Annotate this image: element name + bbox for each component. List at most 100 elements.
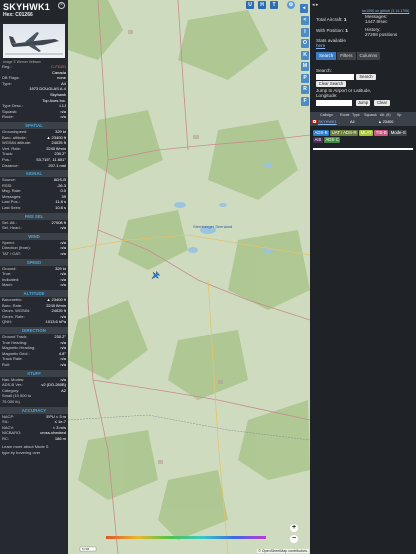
row-value: n/a (60, 225, 66, 231)
side-button-P[interactable]: P (301, 73, 309, 83)
settings-icon[interactable]: ⚙ (287, 1, 295, 9)
column-speed[interactable]: Sp (395, 112, 404, 119)
t-button[interactable]: T (270, 1, 278, 9)
section-header[interactable]: SPATIAL (0, 121, 68, 129)
source-tag: ADS-B (313, 130, 330, 136)
info-header: SKYHWK1 Hex: C01266 × (0, 0, 68, 22)
close-icon[interactable]: × (58, 2, 65, 9)
side-button-<[interactable]: < (301, 16, 309, 25)
section-header[interactable]: ACCURACY (0, 406, 68, 414)
row-label: Route: (2, 114, 14, 120)
info-row: QNH: 1013.6 hPa (0, 319, 68, 325)
row-label: Mach: (2, 282, 13, 288)
info-sections: SPATIAL Groundspeed: 329 kt Baro. altitude:… (0, 121, 68, 442)
version-link[interactable]: tar1090 on github (3.14.1706) (362, 9, 409, 13)
info-row: Roll: n/a (0, 362, 68, 368)
row-label: TAT / OAT: (2, 251, 21, 257)
row-value: n/a (60, 251, 66, 257)
side-button-I[interactable]: I (301, 27, 309, 37)
row-altitude: ▲ 23400 (378, 120, 394, 124)
row-label: QNH: (2, 319, 12, 325)
column-squawk[interactable]: Squawk (362, 112, 378, 119)
row-value: 1013.6 hPa (45, 319, 66, 325)
info-row: Sel. Head.: n/a (0, 225, 68, 231)
zoom-in-button[interactable]: + (290, 524, 298, 532)
attribution[interactable]: © OpenStreetMap contributors. (257, 549, 309, 553)
section-header[interactable]: ALTITUDE (0, 290, 68, 297)
search-label: Search: (316, 68, 332, 73)
side-button-M[interactable]: M (301, 62, 309, 71)
row-label: Roll: (2, 361, 11, 367)
source-tag: MLAT (359, 130, 374, 136)
row-value: A2 (61, 387, 66, 393)
footer-note-2: type by hovering over (2, 450, 41, 456)
table-row[interactable]: SKYHWK1 A4 ▲ 23400 (310, 119, 416, 126)
history-value: 27268 positions (365, 32, 398, 37)
callsign: SKYHWK1 (3, 2, 51, 12)
row-label: RC: (2, 435, 9, 441)
row-callsign[interactable]: SKYHWK1 (318, 119, 350, 126)
row-label: Last Seen: (2, 205, 22, 211)
jump-label: Jump to Airport or Latitude, Longitude: (316, 88, 372, 98)
jump-input[interactable] (316, 100, 352, 106)
map-canvas[interactable]: Sternberger Seenland 5 NM (68, 0, 310, 554)
map[interactable]: Sternberger Seenland 5 NM U H T ⚙ + − © … (68, 0, 310, 554)
section-header[interactable]: SPEED (0, 258, 68, 266)
info-row: Distance: 207.1 nmi (0, 163, 68, 169)
tab-filters[interactable]: Filters (337, 52, 356, 60)
source-tag: ADS-C (323, 137, 341, 143)
toggle-arrows[interactable]: ◂ ▸ (312, 2, 318, 8)
search-input[interactable] (316, 74, 354, 80)
section-header[interactable]: FMS SEL (0, 212, 68, 220)
row-type: A4 (350, 120, 355, 124)
clear-jump-button[interactable]: Clear (374, 100, 390, 106)
section-header[interactable]: SIGNAL (0, 170, 68, 178)
row-value: 207.1 nmi (48, 162, 66, 168)
column-type[interactable]: Type (350, 112, 362, 119)
row-value: 10.8 s (55, 205, 66, 211)
jump-button[interactable]: Jump (356, 100, 370, 106)
aircraft-photo[interactable] (3, 24, 65, 58)
row-value: n/a (60, 282, 66, 288)
source-tag: UAT / ADS-R (330, 130, 359, 136)
side-button-O[interactable]: O (301, 39, 309, 48)
info-row: Route: n/a (0, 114, 68, 120)
row-label: Sel. Head.: (2, 225, 22, 231)
place-label: Sternberger Seenland (193, 224, 232, 229)
section-header[interactable]: DIRECTION (0, 326, 68, 334)
aircraft-info-panel: SKYHWK1 Hex: C01266 × Image © Werner Vei… (0, 0, 68, 554)
scrollbar[interactable] (313, 148, 413, 150)
canada-flag-icon (310, 119, 318, 126)
altitude-legend (106, 536, 266, 539)
u-button[interactable]: U (246, 1, 254, 9)
section-header[interactable]: STUFF (0, 369, 68, 377)
row-value: 186 m (54, 435, 66, 441)
side-button-R[interactable]: R (301, 85, 309, 94)
collapse-left-icon[interactable]: ◂ (300, 4, 308, 13)
tab-search[interactable]: Search (316, 52, 337, 60)
source-tag: TIS-B (374, 130, 389, 136)
side-button-F[interactable]: F (301, 96, 309, 106)
zoom-out-button[interactable]: − (290, 535, 298, 543)
row-label: Reg.: (2, 64, 12, 69)
tab-columns[interactable]: Columns (356, 52, 381, 60)
column-callsign[interactable]: Callsign (318, 112, 338, 119)
aircraft-table-header: Callsign Route Type Squawk Alt. (ft) Sp (310, 112, 416, 119)
side-button-K[interactable]: K (301, 50, 309, 60)
source-legend: ADS-B UAT / ADS-R MLAT TIS-B Mode-S AIS ADS-C (313, 130, 413, 144)
messages-rate: 1447.9/sec (365, 19, 388, 24)
clear-search-button[interactable]: Clear Search (316, 81, 346, 87)
flag-column (310, 112, 318, 119)
column-altitude[interactable]: Alt. (ft) (378, 112, 395, 119)
stats-link[interactable]: here (316, 43, 325, 48)
info-row: Mach: n/a (0, 282, 68, 288)
row-value: n/a (60, 361, 66, 367)
row-label: Distance: (2, 162, 19, 168)
source-tag: Mode-S (389, 130, 408, 136)
scale-label: 5 NM (82, 547, 90, 551)
column-route[interactable]: Route (338, 112, 350, 119)
section-header[interactable]: WIND (0, 232, 68, 240)
h-button[interactable]: H (258, 1, 266, 9)
search-button[interactable]: Search (356, 74, 376, 80)
info-row: 75 000 lb) (0, 399, 68, 405)
